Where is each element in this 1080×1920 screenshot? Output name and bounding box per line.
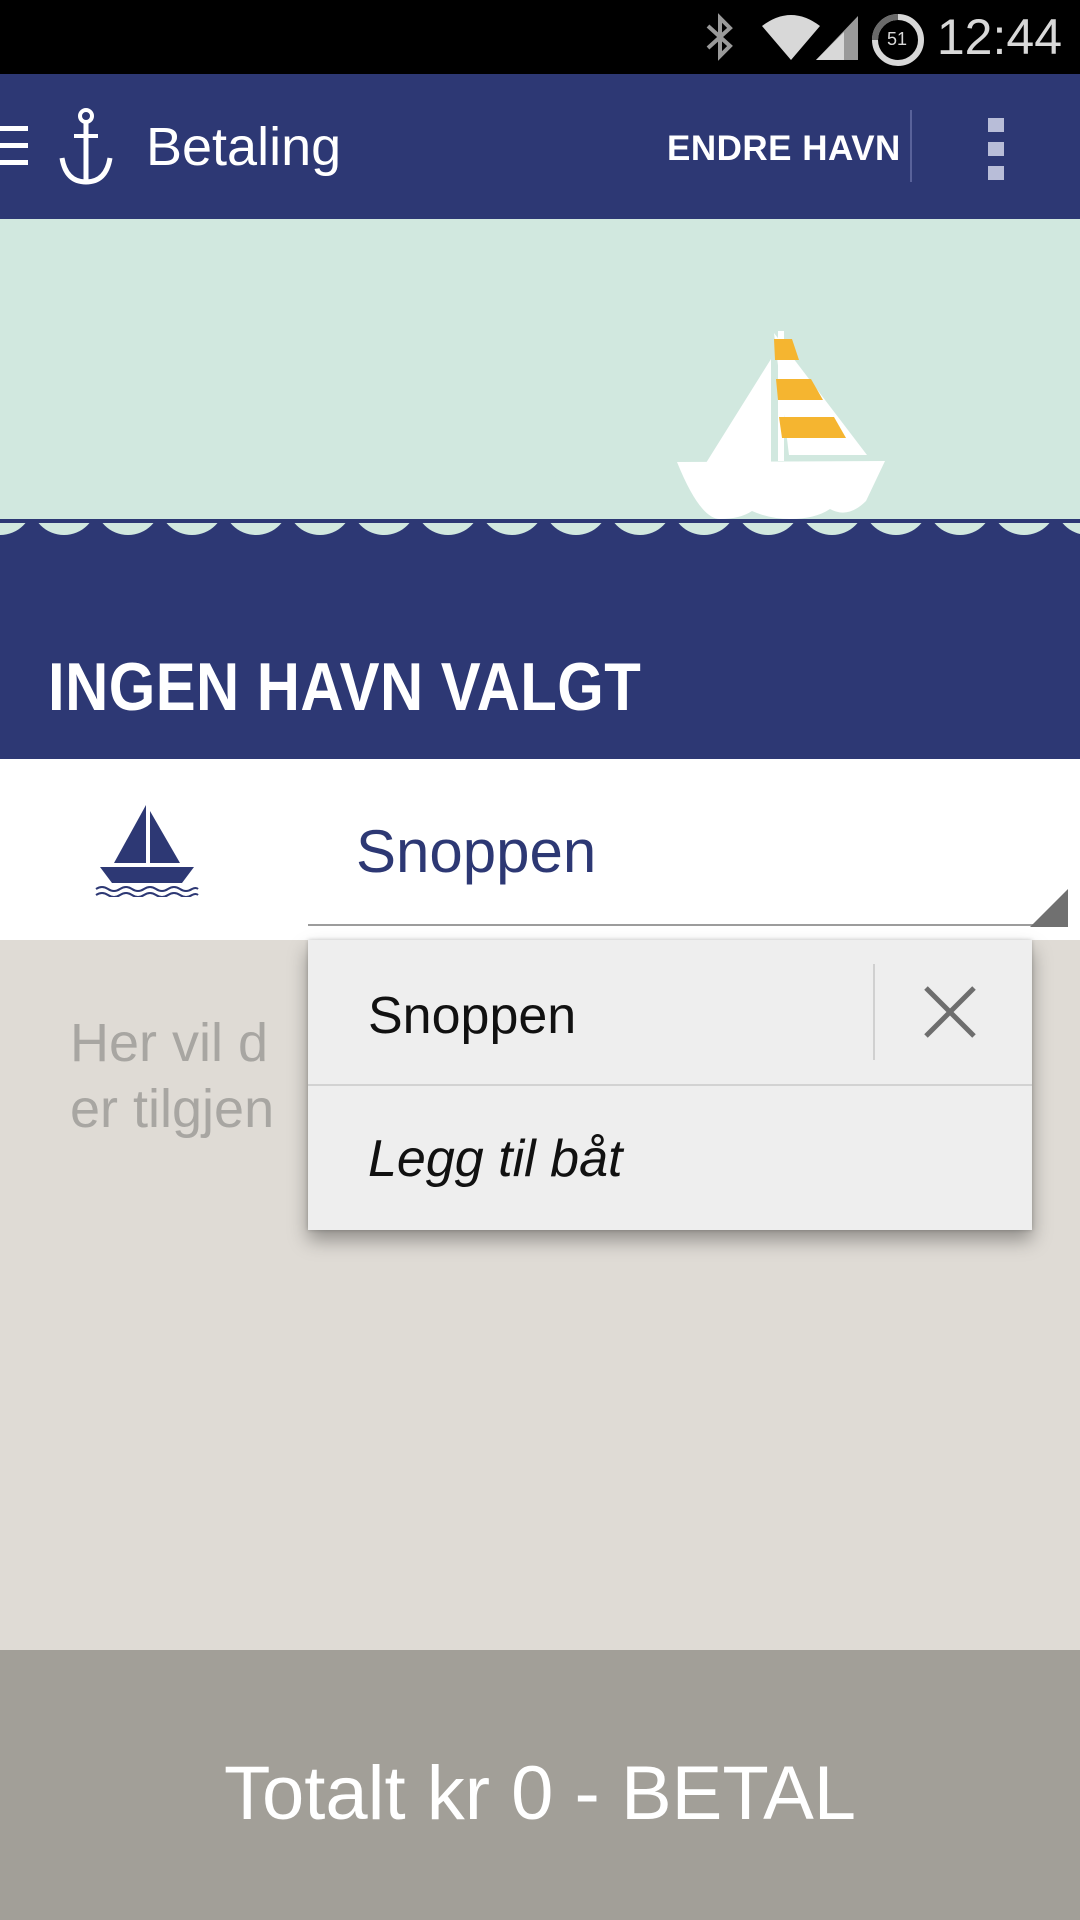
close-icon[interactable] [920, 982, 980, 1042]
dropdown-option-label: Legg til båt [368, 1130, 623, 1188]
change-harbor-button[interactable]: ENDRE HAVN [667, 129, 901, 169]
action-divider [910, 110, 912, 182]
menu-icon[interactable] [0, 124, 30, 168]
boat-dropdown-menu: Snoppen Legg til båt [308, 940, 1032, 1230]
harbor-title: INGEN HAVN VALGT [48, 649, 642, 725]
sailboat-icon [95, 805, 199, 897]
overflow-menu-icon[interactable] [988, 118, 1006, 182]
app-bar: Betaling ENDRE HAVN [0, 74, 1080, 219]
dropdown-option-label: Snoppen [368, 987, 577, 1045]
select-underline [308, 924, 1068, 926]
pay-button-label[interactable]: BETAL [621, 1751, 856, 1836]
option-divider [873, 964, 875, 1060]
dropdown-arrow-icon[interactable] [1030, 889, 1068, 927]
total-text: Totalt kr 0 - [223, 1751, 621, 1836]
signal-icon [816, 16, 858, 60]
info-text-line-2: er tilgjen [70, 1079, 275, 1139]
status-bar: 51 12:44 [0, 0, 1080, 74]
page-title: Betaling [146, 117, 342, 177]
battery-level: 51 [887, 29, 908, 49]
bluetooth-icon [706, 13, 733, 61]
info-text: Her vil d er tilgjen [70, 1010, 274, 1142]
dropdown-option-add-boat[interactable]: Legg til båt [308, 1085, 1032, 1229]
boat-selector-row: Snoppen [0, 759, 1080, 940]
total-label: Totalt kr 0 - BETAL [0, 1750, 1080, 1837]
pay-bar[interactable]: Totalt kr 0 - BETAL [0, 1650, 1080, 1920]
dropdown-option-boat[interactable]: Snoppen [308, 940, 1032, 1086]
anchor-icon [59, 108, 113, 185]
status-time: 12:44 [936, 9, 1062, 65]
info-text-line-1: Her vil d [70, 1013, 269, 1073]
wifi-icon [762, 15, 820, 60]
boat-select[interactable]: Snoppen [356, 817, 596, 886]
